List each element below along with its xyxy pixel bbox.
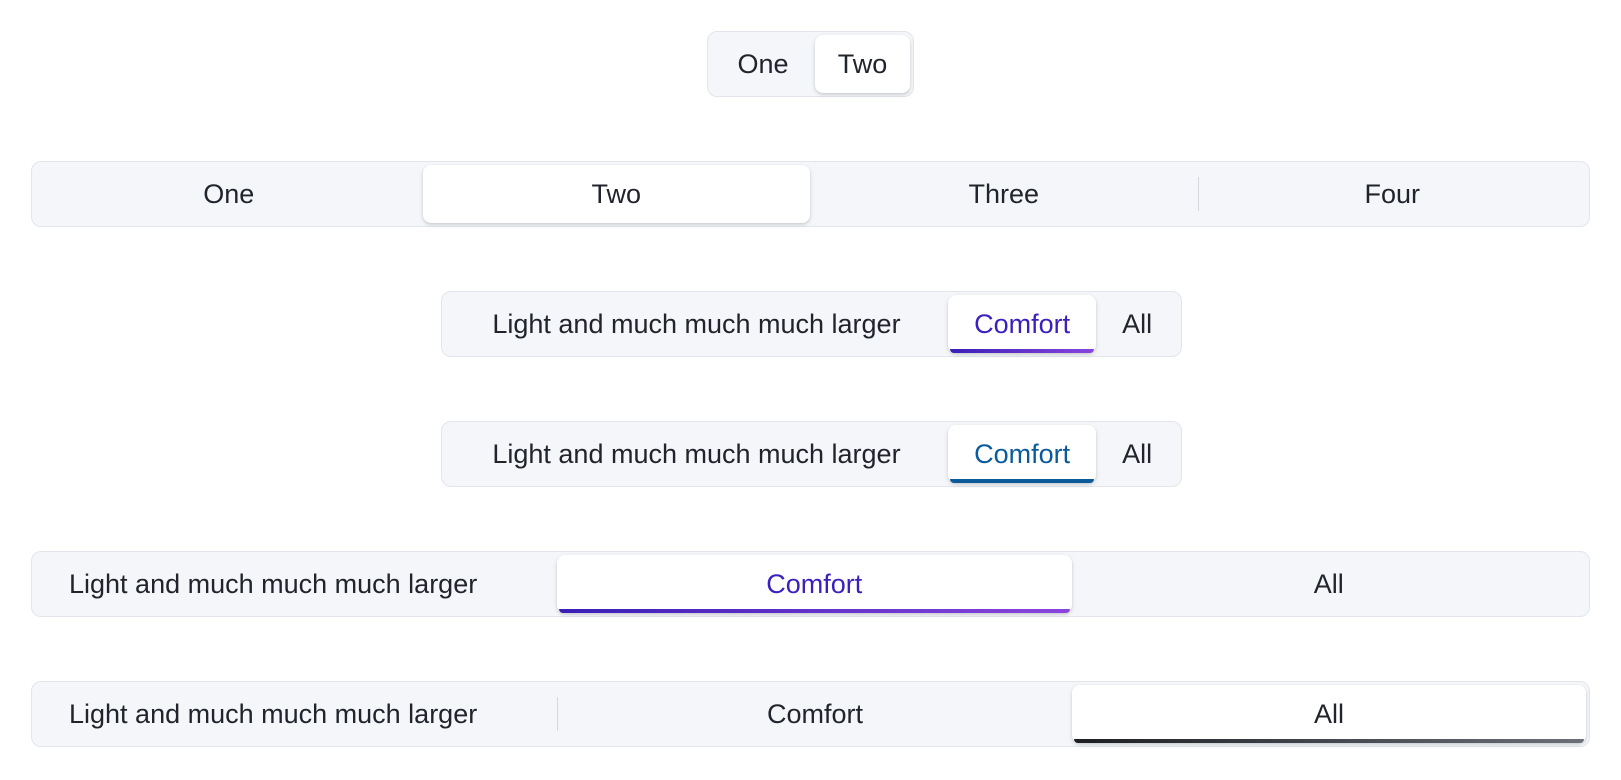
segmented-control-wide-purple: Light and much much much larger Comfort …: [31, 551, 1590, 617]
selected-indicator-bar: [1074, 739, 1584, 743]
segment-option-label: Comfort: [974, 438, 1071, 469]
segmented-control-purple-indicator: Light and much much much larger Comfort …: [441, 291, 1182, 357]
segment-option-one[interactable]: One: [35, 165, 423, 223]
segment-option-four[interactable]: Four: [1199, 165, 1587, 223]
segment-option-label: All: [1313, 698, 1344, 729]
segment-option-comfort-selected[interactable]: Comfort: [557, 555, 1072, 613]
segment-option-all[interactable]: All: [1072, 555, 1587, 613]
segment-option-one[interactable]: One: [711, 35, 815, 93]
segmented-control-small: One Two: [707, 31, 914, 97]
segment-option-two-selected[interactable]: Two: [422, 165, 810, 223]
segment-option-three[interactable]: Three: [810, 165, 1198, 223]
segmented-control-full-width: One Two Three Four: [31, 161, 1590, 227]
segmented-control-wide-dark: Light and much much much larger Comfort …: [31, 681, 1590, 747]
segment-option-comfort[interactable]: Comfort: [558, 685, 1072, 743]
segmented-control-blue-indicator: Light and much much much larger Comfort …: [441, 421, 1182, 487]
segment-option-label: Comfort: [766, 568, 863, 599]
segment-option-light[interactable]: Light and much much much larger: [35, 555, 557, 613]
segment-option-all-selected[interactable]: All: [1072, 685, 1586, 743]
segment-option-all[interactable]: All: [1096, 295, 1178, 353]
segment-option-two-selected[interactable]: Two: [815, 35, 910, 93]
segment-option-label: Comfort: [974, 308, 1071, 339]
selected-indicator-bar: [949, 479, 1095, 483]
segment-option-comfort-selected[interactable]: Comfort: [947, 295, 1097, 353]
selected-indicator-bar: [559, 609, 1070, 613]
segment-option-light[interactable]: Light and much much much larger: [445, 425, 948, 483]
segment-option-light[interactable]: Light and much much much larger: [35, 685, 557, 743]
segment-option-light[interactable]: Light and much much much larger: [445, 295, 948, 353]
segment-option-comfort-selected[interactable]: Comfort: [947, 425, 1097, 483]
segment-option-all[interactable]: All: [1096, 425, 1178, 483]
selected-indicator-bar: [949, 349, 1095, 353]
